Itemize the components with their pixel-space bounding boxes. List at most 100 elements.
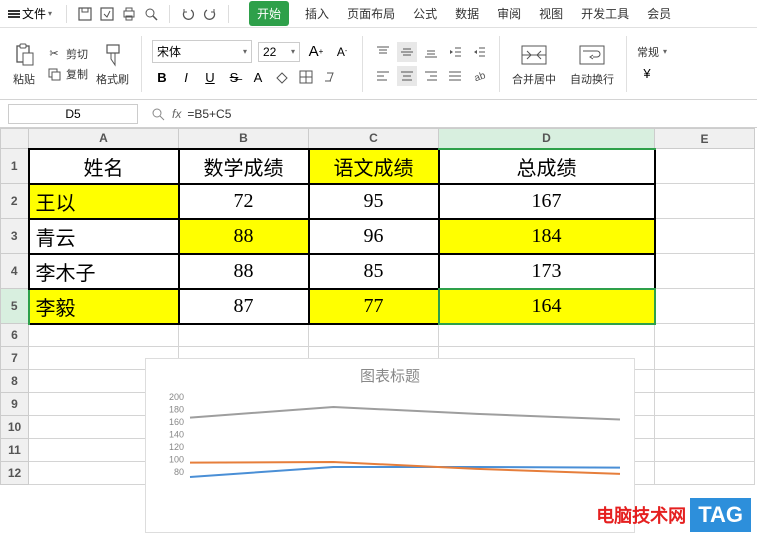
currency-icon[interactable]: ¥ [637,64,657,84]
cell-C2[interactable]: 95 [309,184,439,219]
tab-页面布局[interactable]: 页面布局 [345,1,397,26]
cell-A4[interactable]: 李木子 [29,254,179,289]
cell-E5[interactable] [655,289,755,324]
cell-A3[interactable]: 青云 [29,219,179,254]
tab-插入[interactable]: 插入 [303,1,331,26]
decrease-indent-icon[interactable] [445,42,465,62]
tab-开始[interactable]: 开始 [249,1,289,26]
cell-D5[interactable]: 164 [439,289,655,324]
orientation-icon[interactable]: ab [469,66,489,86]
cell-B5[interactable]: 87 [179,289,309,324]
cell-E3[interactable] [655,219,755,254]
cell-D2[interactable]: 167 [439,184,655,219]
align-center-icon[interactable] [397,66,417,86]
tab-审阅[interactable]: 审阅 [495,1,523,26]
print-icon[interactable] [121,6,137,22]
spreadsheet-grid[interactable]: ABCDE1姓名数学成绩语文成绩总成绩2王以72951673青云88961844… [0,128,757,485]
chart[interactable]: 图表标题 80100120140160180200 [145,358,635,533]
row-header-3[interactable]: 3 [1,219,29,254]
row-header-1[interactable]: 1 [1,149,29,184]
cell-E12[interactable] [655,462,755,485]
name-box[interactable]: D5 [8,104,138,124]
decrease-font-icon[interactable]: A- [332,42,352,62]
align-middle-icon[interactable] [397,42,417,62]
formula-input[interactable]: =B5+C5 [187,107,231,121]
row-header-11[interactable]: 11 [1,439,29,462]
copy-button[interactable]: 复制 [46,66,88,82]
cell-B1[interactable]: 数学成绩 [179,149,309,184]
align-right-icon[interactable] [421,66,441,86]
increase-font-icon[interactable]: A+ [306,42,326,62]
col-header-A[interactable]: A [29,129,179,149]
cell-E11[interactable] [655,439,755,462]
col-header-D[interactable]: D [439,129,655,149]
tab-视图[interactable]: 视图 [537,1,565,26]
row-header-10[interactable]: 10 [1,416,29,439]
row-header-8[interactable]: 8 [1,370,29,393]
cell-D4[interactable]: 173 [439,254,655,289]
cell-C4[interactable]: 85 [309,254,439,289]
justify-icon[interactable] [445,66,465,86]
redo-icon[interactable] [202,6,218,22]
row-header-4[interactable]: 4 [1,254,29,289]
tab-公式[interactable]: 公式 [411,1,439,26]
tab-开发工具[interactable]: 开发工具 [579,1,631,26]
cut-button[interactable]: ✂ 剪切 [46,46,88,62]
col-header-B[interactable]: B [179,129,309,149]
cell-D3[interactable]: 184 [439,219,655,254]
font-size-select[interactable]: 22▾ [258,42,300,62]
cell-E7[interactable] [655,347,755,370]
cell-E6[interactable] [655,324,755,347]
row-header-7[interactable]: 7 [1,347,29,370]
bold-button[interactable]: B [152,67,172,87]
wrap-text-button[interactable]: 自动换行 [568,39,616,89]
cell-B6[interactable] [179,324,309,347]
paste-button[interactable]: 粘贴 [8,39,40,89]
fill-color-button[interactable] [272,67,292,87]
cell-C6[interactable] [309,324,439,347]
col-header-C[interactable]: C [309,129,439,149]
tab-数据[interactable]: 数据 [453,1,481,26]
format-painter-button[interactable]: 格式刷 [94,39,131,89]
fx-label[interactable]: fx [172,107,181,121]
cell-E9[interactable] [655,393,755,416]
row-header-6[interactable]: 6 [1,324,29,347]
cell-E10[interactable] [655,416,755,439]
merge-center-button[interactable]: 合并居中 [510,39,558,89]
clear-format-button[interactable] [320,67,340,87]
row-header-2[interactable]: 2 [1,184,29,219]
underline-button[interactable]: U [200,67,220,87]
save-as-icon[interactable] [99,6,115,22]
cell-C1[interactable]: 语文成绩 [309,149,439,184]
row-header-5[interactable]: 5 [1,289,29,324]
file-menu[interactable]: 文件 ▾ [4,3,56,24]
cell-A1[interactable]: 姓名 [29,149,179,184]
cell-C3[interactable]: 96 [309,219,439,254]
align-left-icon[interactable] [373,66,393,86]
align-bottom-icon[interactable] [421,42,441,62]
search-icon[interactable] [150,106,166,122]
cell-A2[interactable]: 王以 [29,184,179,219]
strikethrough-button[interactable]: S̶ [224,67,244,87]
cell-A6[interactable] [29,324,179,347]
cell-B4[interactable]: 88 [179,254,309,289]
cell-A5[interactable]: 李毅 [29,289,179,324]
undo-icon[interactable] [180,6,196,22]
italic-button[interactable]: I [176,67,196,87]
cell-E1[interactable] [655,149,755,184]
tab-会员[interactable]: 会员 [645,1,673,26]
cell-E8[interactable] [655,370,755,393]
borders-button[interactable] [296,67,316,87]
increase-indent-icon[interactable] [469,42,489,62]
font-name-select[interactable]: 宋体▾ [152,40,252,63]
cell-E2[interactable] [655,184,755,219]
save-icon[interactable] [77,6,93,22]
row-header-9[interactable]: 9 [1,393,29,416]
cell-B2[interactable]: 72 [179,184,309,219]
number-format-select[interactable]: 常规 ▾ [637,44,667,60]
cell-E4[interactable] [655,254,755,289]
font-color-button[interactable]: A [248,67,268,87]
cell-B3[interactable]: 88 [179,219,309,254]
cell-D6[interactable] [439,324,655,347]
cell-C5[interactable]: 77 [309,289,439,324]
